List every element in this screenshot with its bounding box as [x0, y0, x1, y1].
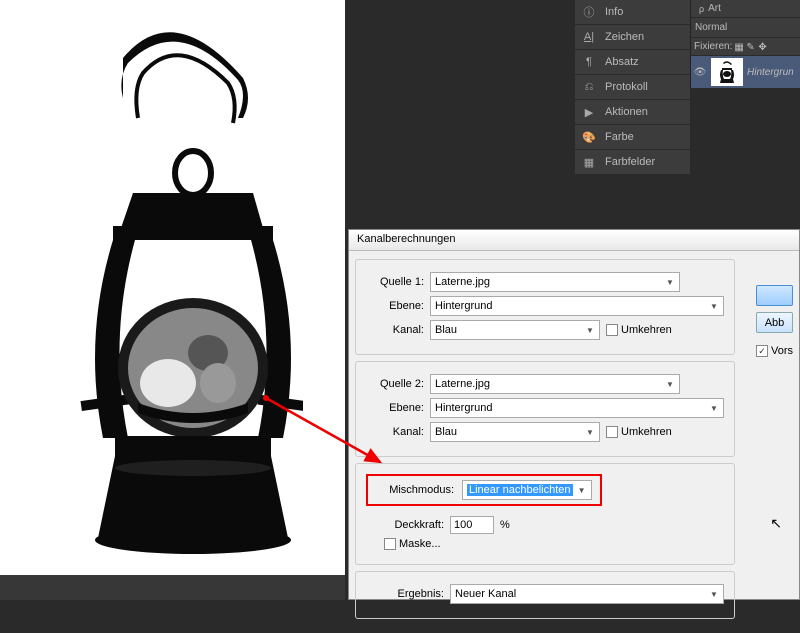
blending-group: Mischmodus: Linear nachbelichten▼ Deckkr… — [355, 463, 735, 565]
invert1-checkbox[interactable]: Umkehren — [606, 324, 672, 336]
dialog-title: Kanalberechnungen — [357, 233, 455, 245]
layer-name: Hintergrun — [747, 67, 794, 78]
source1-file-combo[interactable]: Laterne.jpg▼ — [430, 272, 680, 292]
panel-aktionen[interactable]: ▶ Aktionen — [575, 100, 690, 125]
panel-strip: ⓘ Info A| Zeichen ¶ Absatz ⎌ Protokoll ▶ Akti… — [575, 0, 690, 175]
swatches-icon: ▦ — [581, 156, 597, 169]
chevron-down-icon: ▼ — [707, 401, 721, 415]
panel-label: Protokoll — [605, 81, 648, 93]
opacity-input[interactable] — [450, 516, 494, 534]
blend-label: Mischmodus: — [376, 484, 454, 496]
panel-label: Farbfelder — [605, 156, 655, 168]
lock-transparent-icon[interactable]: ▦ — [734, 42, 744, 52]
lock-row: Fixieren: ▦ ✎ ✥ — [691, 38, 800, 56]
actions-icon: ▶ — [581, 106, 597, 119]
calculations-dialog: Kanalberechnungen Abb ✓Vors Quelle 1: Lat… — [348, 229, 800, 600]
opacity-label: Deckkraft: — [366, 519, 444, 531]
mask-checkbox[interactable]: Maske... — [384, 538, 441, 550]
chevron-down-icon: ▼ — [663, 275, 677, 289]
chevron-down-icon: ▼ — [707, 299, 721, 313]
panel-label: Info — [605, 6, 623, 18]
panel-protokoll[interactable]: ⎌ Protokoll — [575, 75, 690, 100]
preview-label: Vors — [771, 345, 793, 357]
panel-info[interactable]: ⓘ Info — [575, 0, 690, 25]
visibility-icon[interactable]: 👁 — [693, 67, 707, 78]
cancel-button[interactable]: Abb — [756, 312, 793, 333]
chevron-down-icon: ▼ — [707, 587, 721, 601]
source2-layer-combo[interactable]: Hintergrund▼ — [430, 398, 724, 418]
layers-panel: ρArt Normal Fixieren: ▦ ✎ ✥ 👁 Hintergrun — [690, 0, 800, 89]
info-icon: ⓘ — [581, 4, 597, 20]
chevron-down-icon: ▼ — [583, 323, 597, 337]
layer-row-background[interactable]: 👁 Hintergrun — [691, 56, 800, 89]
paragraph-icon: ¶ — [581, 56, 597, 68]
layer-thumbnail — [711, 58, 743, 86]
invert2-checkbox[interactable]: Umkehren — [606, 426, 672, 438]
panel-zeichen[interactable]: A| Zeichen — [575, 25, 690, 50]
result-combo[interactable]: Neuer Kanal▼ — [450, 584, 724, 604]
document-canvas — [0, 0, 345, 600]
source2-channel-combo[interactable]: Blau▼ — [430, 422, 600, 442]
blend-highlight: Mischmodus: Linear nachbelichten▼ — [366, 474, 602, 506]
lock-move-icon[interactable]: ✥ — [758, 42, 768, 52]
source1-layer-combo[interactable]: Hintergrund▼ — [430, 296, 724, 316]
dialog-titlebar[interactable]: Kanalberechnungen — [349, 230, 799, 251]
lock-brush-icon[interactable]: ✎ — [746, 42, 756, 52]
filter-label: Art — [708, 3, 721, 14]
panel-label: Absatz — [605, 56, 639, 68]
chevron-down-icon: ▼ — [575, 483, 589, 497]
result-label: Ergebnis: — [366, 588, 444, 600]
layer2-label: Ebene: — [366, 402, 424, 414]
panel-label: Aktionen — [605, 106, 648, 118]
invert2-label: Umkehren — [621, 426, 672, 438]
preview-checkbox[interactable]: ✓Vors — [756, 345, 793, 357]
blend-mode-select[interactable]: Normal — [691, 18, 800, 38]
panel-farbfelder[interactable]: ▦ Farbfelder — [575, 150, 690, 175]
channel2-label: Kanal: — [366, 426, 424, 438]
result-group: Ergebnis: Neuer Kanal▼ — [355, 571, 735, 619]
panel-label: Zeichen — [605, 31, 644, 43]
mouse-cursor-icon: ↖ — [770, 515, 782, 532]
source1-channel-combo[interactable]: Blau▼ — [430, 320, 600, 340]
panel-absatz[interactable]: ¶ Absatz — [575, 50, 690, 75]
lantern-image — [43, 18, 303, 558]
layer1-label: Ebene: — [366, 300, 424, 312]
source1-group: Quelle 1: Laterne.jpg▼ Ebene: Hintergrund▼… — [355, 259, 735, 355]
chevron-down-icon: ▼ — [663, 377, 677, 391]
source1-label: Quelle 1: — [366, 276, 424, 288]
lock-label: Fixieren: — [694, 41, 732, 52]
color-icon: 🎨 — [581, 131, 597, 144]
layers-filter[interactable]: ρArt — [691, 0, 800, 18]
source2-file-combo[interactable]: Laterne.jpg▼ — [430, 374, 680, 394]
source2-label: Quelle 2: — [366, 378, 424, 390]
panel-farbe[interactable]: 🎨 Farbe — [575, 125, 690, 150]
source2-group: Quelle 2: Laterne.jpg▼ Ebene: Hintergrund▼… — [355, 361, 735, 457]
ok-button[interactable] — [756, 285, 793, 306]
invert1-label: Umkehren — [621, 324, 672, 336]
chevron-down-icon: ▼ — [583, 425, 597, 439]
mask-label: Maske... — [399, 538, 441, 550]
history-icon: ⎌ — [581, 81, 597, 94]
opacity-unit: % — [500, 519, 510, 531]
character-icon: A| — [581, 31, 597, 43]
document-whitebg — [0, 0, 345, 575]
panel-label: Farbe — [605, 131, 634, 143]
blend-mode-combo[interactable]: Linear nachbelichten▼ — [462, 480, 592, 500]
channel1-label: Kanal: — [366, 324, 424, 336]
